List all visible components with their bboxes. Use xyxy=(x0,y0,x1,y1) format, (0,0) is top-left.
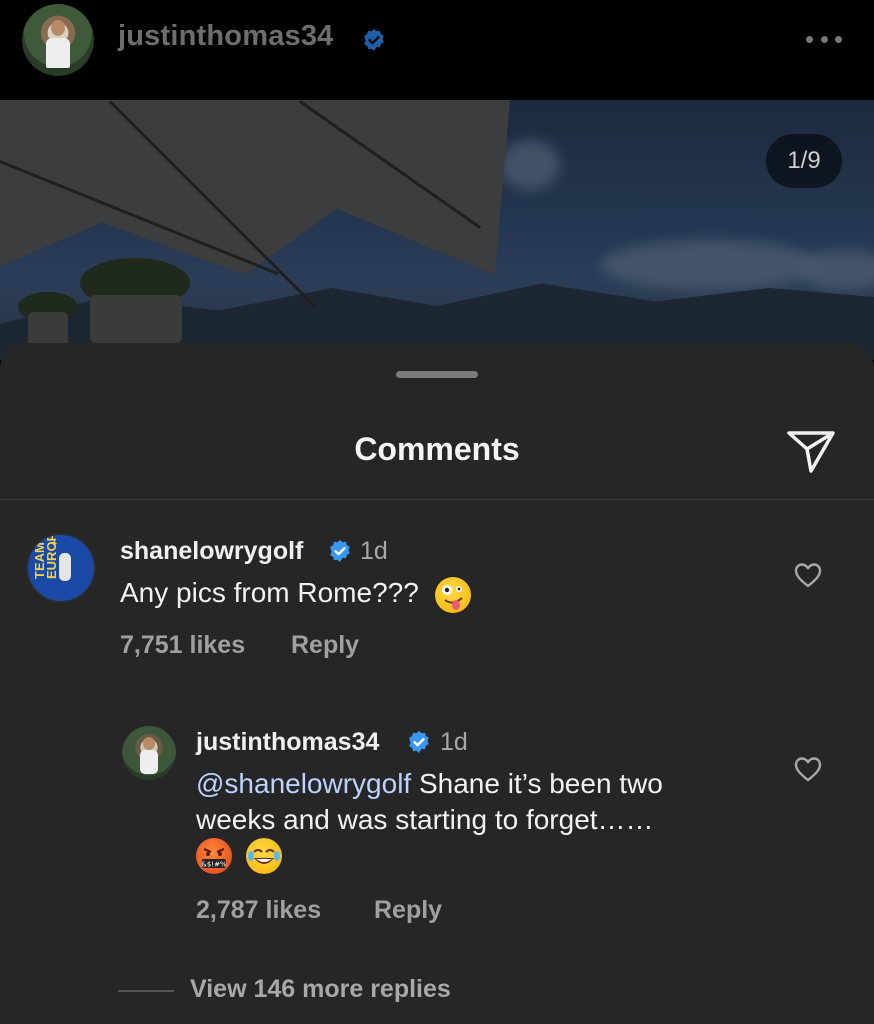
avatar-shirt xyxy=(46,38,70,68)
heart-icon[interactable] xyxy=(793,755,823,783)
like-count: 2,787 likes xyxy=(196,896,322,924)
emoji-row: &$!#% xyxy=(196,838,283,874)
comments-sheet: Comments ✦ TEAM EUROPE shanelowrygolf 1d … xyxy=(0,343,874,1024)
drag-handle[interactable] xyxy=(396,371,478,378)
mention-link[interactable]: @shanelowrygolf xyxy=(196,768,411,799)
post-photo[interactable]: 1/9 xyxy=(0,100,874,360)
send-paper-plane-icon[interactable] xyxy=(785,427,837,475)
cloud xyxy=(500,140,560,190)
cloud xyxy=(800,250,874,290)
verified-badge-icon xyxy=(407,730,431,754)
avatar-shirt xyxy=(140,750,158,774)
header-username[interactable]: justinthomas34 xyxy=(118,20,334,53)
comment-username[interactable]: justinthomas34 xyxy=(196,728,379,757)
tears-of-joy-emoji xyxy=(246,838,283,874)
reply-button[interactable]: Reply xyxy=(374,896,442,925)
comment-username[interactable]: shanelowrygolf xyxy=(120,537,303,566)
reply-button[interactable]: Reply xyxy=(291,631,359,660)
avatar-head xyxy=(143,737,155,750)
cloud xyxy=(600,240,820,290)
comment-age: 1d xyxy=(360,537,388,565)
more-horizontal-icon[interactable] xyxy=(806,34,842,44)
verified-badge-icon xyxy=(328,539,352,563)
view-more-replies-button[interactable]: View 146 more replies xyxy=(190,975,451,1004)
comment-body-line2: weeks and was starting to forget…… xyxy=(196,804,654,835)
avatar-figure xyxy=(59,553,71,581)
comment-body: Shane it’s been two xyxy=(411,768,663,799)
divider xyxy=(0,499,874,500)
comment-text: Any pics from Rome??? xyxy=(120,575,471,613)
commenter-avatar[interactable] xyxy=(122,726,176,780)
commenter-avatar[interactable]: ✦ TEAM EUROPE xyxy=(26,533,96,603)
sheet-title: Comments xyxy=(354,431,520,467)
symbols-text: &$!#% xyxy=(201,861,227,869)
profile-avatar[interactable] xyxy=(22,4,94,76)
comment-text: @shanelowrygolf Shane it’s been two week… xyxy=(196,766,796,838)
heart-icon[interactable] xyxy=(793,561,823,589)
comment-body: Any pics from Rome??? xyxy=(120,577,419,608)
avatar-head xyxy=(51,20,65,36)
planter xyxy=(90,295,182,343)
like-count: 7,751 likes xyxy=(120,631,246,659)
face-with-symbols-on-mouth-emoji: &$!#% xyxy=(196,838,232,874)
verified-badge-icon xyxy=(362,28,386,52)
comment-age: 1d xyxy=(440,728,468,756)
photo-counter: 1/9 xyxy=(766,134,842,188)
post-header: justinthomas34 xyxy=(0,0,874,100)
zany-face-emoji xyxy=(434,576,471,613)
view-more-divider xyxy=(118,990,174,992)
avatar-logo: TEAM EUROPE xyxy=(32,533,59,579)
